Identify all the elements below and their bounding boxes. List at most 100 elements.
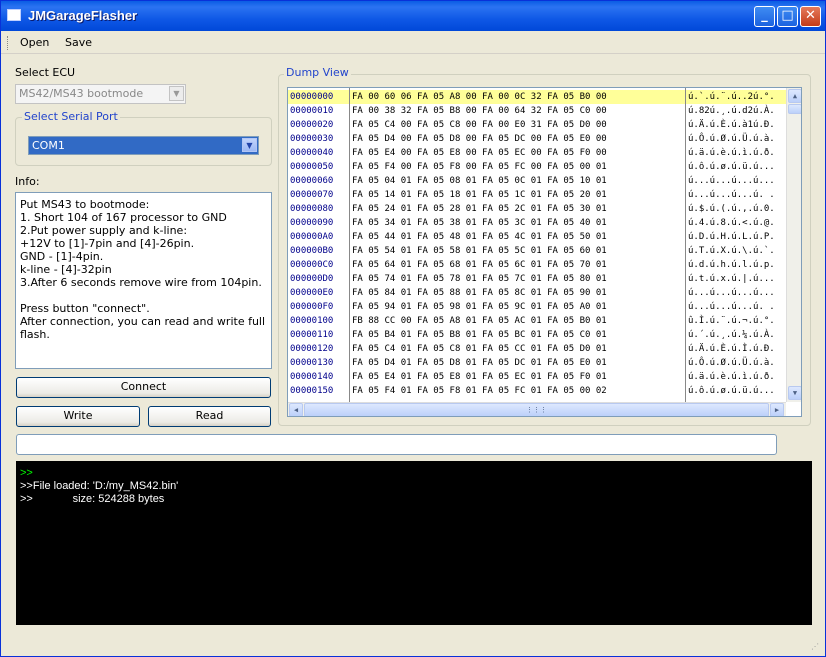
minimize-button[interactable]: _ [754,6,775,27]
console-line: >>File loaded: 'D:/my_MS42.bin' [20,480,179,492]
window-title: JMGarageFlasher [28,8,138,23]
hex-dump-view[interactable]: 00000000 FA 00 60 06 FA 05 A8 00 FA 00 0C… [287,87,802,417]
hex-dump-row[interactable]: 000000B0 FA 05 54 01 FA 05 58 01 FA 05 5C… [288,244,788,258]
scroll-thumb[interactable] [788,104,801,114]
info-textbox[interactable]: Put MS43 to bootmode: 1. Short 104 of 16… [15,192,272,369]
row-address: 00000050 [290,162,334,172]
row-address: 000000C0 [290,260,334,270]
serial-port-select[interactable]: COM1 ▼ [28,136,259,155]
serial-port-value: COM1 [32,139,65,152]
open-menu-item[interactable]: Open [20,36,49,49]
info-line: k-line - [4]-32pin [20,263,112,276]
row-address: 00000110 [290,330,334,340]
row-address: 00000100 [290,316,334,326]
progress-bar [16,434,777,455]
row-hex-bytes: FA 05 D4 01 FA 05 D8 01 FA 05 DC 01 FA 0… [352,358,607,368]
row-address: 000000E0 [290,288,334,298]
hex-dump-row[interactable]: 00000130 FA 05 D4 01 FA 05 D8 01 FA 05 DC… [288,356,788,370]
info-line: 3.After 6 seconds remove wire from 104pi… [20,276,262,289]
row-hex-bytes: FA 05 B4 01 FA 05 B8 01 FA 05 BC 01 FA 0… [352,330,607,340]
hscroll-thumb[interactable]: ⋮⋮⋮ [304,403,769,416]
hex-dump-row[interactable]: 00000080 FA 05 24 01 FA 05 28 01 FA 05 2C… [288,202,788,216]
row-hex-bytes: FA 05 94 01 FA 05 98 01 FA 05 9C 01 FA 0… [352,302,607,312]
row-address: 00000020 [290,120,334,130]
row-ascii: ú.ô.ú.ø.ú.ü.ú... [688,386,775,396]
row-address: 00000090 [290,218,334,228]
hex-dump-row[interactable]: 00000050 FA 05 F4 00 FA 05 F8 00 FA 05 FC… [288,160,788,174]
info-line: GND - [1]-4pin. [20,250,104,263]
main-window: JMGarageFlasher _ □ ✕ Open Save Select E… [0,0,826,657]
hex-dump-row[interactable]: 00000060 FA 05 04 01 FA 05 08 01 FA 05 0C… [288,174,788,188]
scroll-down-icon[interactable]: ▼ [788,386,801,400]
row-address: 00000060 [290,176,334,186]
horizontal-scrollbar[interactable]: ◀ ⋮⋮⋮ ▶ [288,402,786,416]
hex-dump-row[interactable]: 00000030 FA 05 D4 00 FA 05 D8 00 FA 05 DC… [288,132,788,146]
connect-button[interactable]: Connect [16,377,271,398]
hex-dump-row[interactable]: 00000010 FA 00 38 32 FA 05 B8 00 FA 00 64… [288,104,788,118]
toolbar-grip [7,36,9,50]
row-hex-bytes: FA 00 38 32 FA 05 B8 00 FA 00 64 32 FA 0… [352,106,607,116]
info-label: Info: [15,175,40,188]
row-hex-bytes: FA 05 24 01 FA 05 28 01 FA 05 2C 01 FA 0… [352,204,607,214]
row-ascii: ú.Ô.ú.Ø.ú.Ü.ú.à. [688,134,775,144]
hex-dump-row[interactable]: 00000120 FA 05 C4 01 FA 05 C8 01 FA 05 CC… [288,342,788,356]
hex-dump-row[interactable]: 00000090 FA 05 34 01 FA 05 38 01 FA 05 3C… [288,216,788,230]
row-ascii: ú.Ä.ú.È.ú.à1ú.Ð. [688,120,775,130]
row-ascii: ú.D.ú.H.ú.L.ú.P. [688,232,775,242]
close-button[interactable]: ✕ [800,6,821,27]
hex-dump-row[interactable]: 00000040 FA 05 E4 00 FA 05 E8 00 FA 05 EC… [288,146,788,160]
console-line: >> size: 524288 bytes [20,493,165,505]
hex-dump-row[interactable]: 00000110 FA 05 B4 01 FA 05 B8 01 FA 05 BC… [288,328,788,342]
row-address: 000000A0 [290,232,334,242]
row-address: 00000150 [290,386,334,396]
read-button[interactable]: Read [148,406,271,427]
row-hex-bytes: FA 05 84 01 FA 05 88 01 FA 05 8C 01 FA 0… [352,288,607,298]
ecu-select[interactable]: MS42/MS43 bootmode ▼ [15,84,186,104]
row-address: 00000030 [290,134,334,144]
hex-dump-row[interactable]: 00000000 FA 00 60 06 FA 05 A8 00 FA 00 0C… [288,90,788,104]
save-menu-item[interactable]: Save [65,36,92,49]
select-ecu-label: Select ECU [15,66,76,79]
hex-dump-row[interactable]: 00000150 FA 05 F4 01 FA 05 F8 01 FA 05 FC… [288,384,788,398]
row-address: 00000040 [290,148,334,158]
row-ascii: ú.`.ú.¨.ú..2ú.°. [688,92,775,102]
hex-dump-row[interactable]: 00000020 FA 05 C4 00 FA 05 C8 00 FA 00 E0… [288,118,788,132]
row-ascii: ú.T.ú.X.ú.\.ú.`. [688,246,775,256]
write-button[interactable]: Write [16,406,140,427]
row-address: 00000120 [290,344,334,354]
hex-dump-row[interactable]: 000000A0 FA 05 44 01 FA 05 48 01 FA 05 4C… [288,230,788,244]
title-bar[interactable]: JMGarageFlasher _ □ ✕ [1,1,825,31]
log-console[interactable]: >> >>File loaded: 'D:/my_MS42.bin' >> si… [16,461,812,625]
info-line: 2.Put power supply and k-line: [20,224,188,237]
scroll-left-icon[interactable]: ◀ [289,403,303,416]
row-hex-bytes: FA 05 64 01 FA 05 68 01 FA 05 6C 01 FA 0… [352,260,607,270]
hex-dump-row[interactable]: 000000C0 FA 05 64 01 FA 05 68 01 FA 05 6C… [288,258,788,272]
scroll-right-icon[interactable]: ▶ [770,403,784,416]
vertical-scrollbar[interactable]: ▲ ▼ [786,88,801,402]
row-ascii: û.Ì.ú.¨.ú.¬.ú.°. [688,316,775,326]
hex-dump-row[interactable]: 00000070 FA 05 14 01 FA 05 18 01 FA 05 1C… [288,188,788,202]
maximize-button[interactable]: □ [777,6,798,27]
row-ascii: ú.82ú.¸.ú.d2ú.À. [688,106,775,116]
hex-dump-row[interactable]: 00000140 FA 05 E4 01 FA 05 E8 01 FA 05 EC… [288,370,788,384]
hex-dump-row[interactable]: 00000100 FB 88 CC 00 FA 05 A8 01 FA 05 AC… [288,314,788,328]
resize-grip-icon[interactable]: ⋰ [811,642,821,652]
dump-view-title: Dump View [284,66,351,79]
chevron-down-icon: ▼ [242,138,257,152]
info-line: 1. Short 104 of 167 processor to GND [20,211,227,224]
row-hex-bytes: FA 00 60 06 FA 05 A8 00 FA 00 0C 32 FA 0… [352,92,607,102]
console-line: >> [20,467,33,479]
hex-dump-row[interactable]: 000000D0 FA 05 74 01 FA 05 78 01 FA 05 7C… [288,272,788,286]
app-icon [7,9,21,21]
row-address: 00000070 [290,190,334,200]
chevron-down-icon: ▼ [169,86,184,101]
row-ascii: ú...ú...ú...ú... [688,176,775,186]
hex-dump-row[interactable]: 000000E0 FA 05 84 01 FA 05 88 01 FA 05 8C… [288,286,788,300]
row-hex-bytes: FA 05 F4 01 FA 05 F8 01 FA 05 FC 01 FA 0… [352,386,607,396]
row-address: 00000140 [290,372,334,382]
hex-dump-row[interactable]: 000000F0 FA 05 94 01 FA 05 98 01 FA 05 9C… [288,300,788,314]
row-ascii: ú.ô.ú.ø.ú.ü.ú... [688,162,775,172]
row-hex-bytes: FA 05 14 01 FA 05 18 01 FA 05 1C 01 FA 0… [352,190,607,200]
row-hex-bytes: FA 05 D4 00 FA 05 D8 00 FA 05 DC 00 FA 0… [352,134,607,144]
scroll-up-icon[interactable]: ▲ [788,89,801,103]
